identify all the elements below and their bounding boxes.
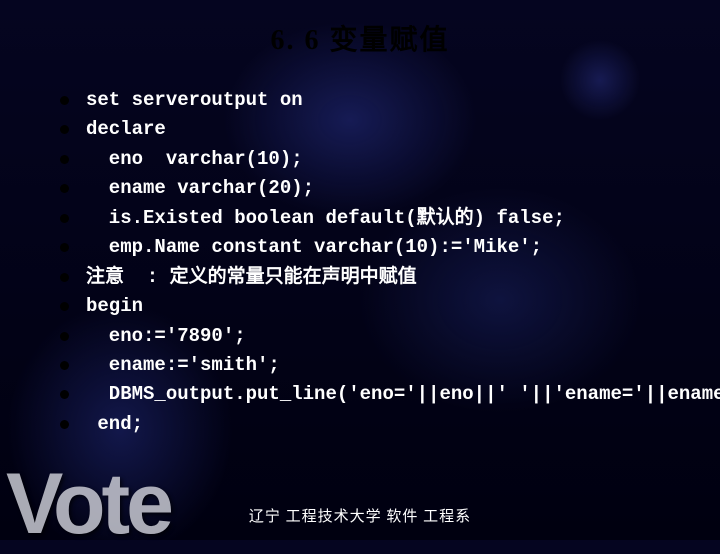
slide-container: 6. 6 变量赋值 set serveroutput on declare en… [0,0,720,540]
list-item: 注意 : 定义的常量只能在声明中赋值 [86,263,690,292]
list-item: emp.Name constant varchar(10):='Mike'; [86,233,690,262]
list-item: DBMS_output.put_line('eno='||eno||' '||'… [86,380,690,409]
list-item: set serveroutput on [86,86,690,115]
list-item: is.Existed boolean default(默认的) false; [86,204,690,233]
list-item: declare [86,115,690,144]
list-item: eno:='7890'; [86,322,690,351]
list-item: eno varchar(10); [86,145,690,174]
slide-title: 6. 6 变量赋值 [30,18,690,58]
list-item: end; [86,410,690,439]
list-item: ename varchar(20); [86,174,690,203]
list-item: ename:='smith'; [86,351,690,380]
slide-footer: 辽宁 工程技术大学 软件 工程系 [0,505,720,526]
list-item: begin [86,292,690,321]
code-list: set serveroutput on declare eno varchar(… [30,86,690,439]
